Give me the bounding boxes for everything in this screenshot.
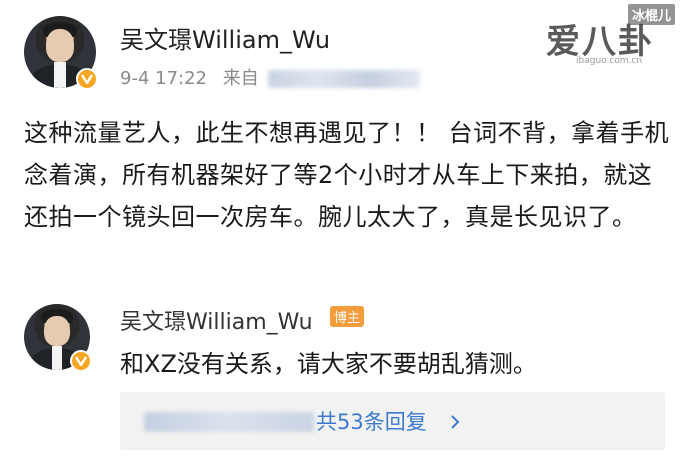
post-meta: 9-4 17:22 来自 xyxy=(120,64,421,90)
post-body: 这种流量艺人，此生不想再遇见了！！ 台词不背，拿着手机念着演，所有机器架好了等2… xyxy=(24,119,670,231)
reply-author-name[interactable]: 吴文璟William_Wu xyxy=(120,304,313,336)
verified-v-icon xyxy=(76,68,98,90)
replies-count[interactable]: 共53条回复 xyxy=(316,406,427,436)
chevron-right-icon xyxy=(451,415,460,429)
verified-v-icon xyxy=(70,350,92,372)
watermark-tag: 冰棍儿 xyxy=(628,4,676,25)
view-replies-link[interactable]: 共53条回复 xyxy=(120,392,665,450)
blogger-badge: 博主 xyxy=(330,306,365,327)
reply-text: 和XZ没有关系，请大家不要胡乱猜测。 xyxy=(120,350,537,378)
post-author-name[interactable]: 吴文璟William_Wu xyxy=(120,20,330,55)
post-source-redacted xyxy=(268,70,421,88)
reply-preview-redacted xyxy=(144,412,314,432)
post-timestamp: 9-4 17:22 xyxy=(120,68,207,89)
post-source-prefix: 来自 xyxy=(222,68,259,89)
